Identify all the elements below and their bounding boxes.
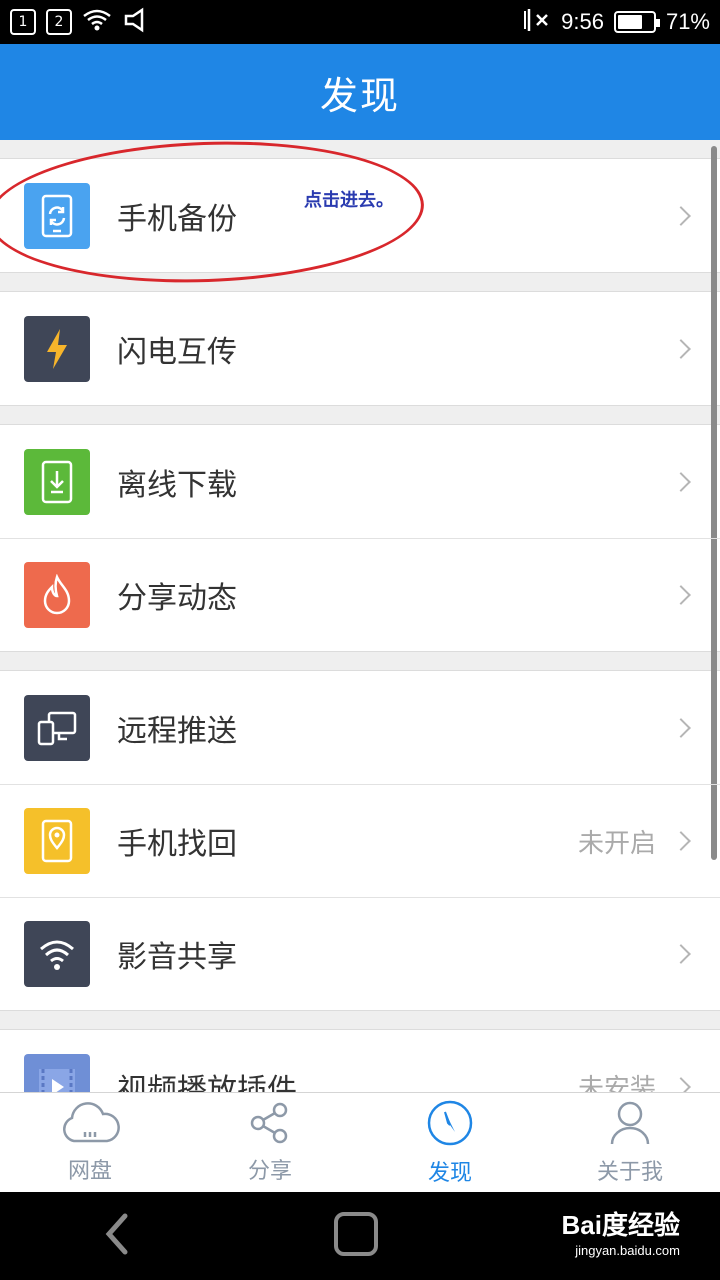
tab-about-me[interactable]: 关于我 bbox=[540, 1093, 720, 1192]
status-bar: 1 2 9:56 71% bbox=[0, 0, 720, 44]
tab-label: 发现 bbox=[427, 1160, 472, 1186]
chevron-right-icon bbox=[671, 338, 691, 359]
tab-netdisk[interactable]: 网盘 bbox=[0, 1093, 180, 1192]
lightning-icon bbox=[24, 315, 90, 382]
mute-icon bbox=[521, 7, 551, 37]
discover-list[interactable]: 手机备份 闪电互传 离线下载 分享动态 远程推送 手机找回 未开启 影音共享 视… bbox=[0, 140, 720, 1092]
list-item-offline-download[interactable]: 离线下载 bbox=[0, 425, 720, 538]
watermark-brand: Bai度经验 bbox=[561, 1210, 680, 1240]
chevron-right-icon bbox=[671, 831, 691, 851]
list-item-status: 未安装 bbox=[577, 1074, 656, 1092]
list-item-media-share[interactable]: 影音共享 bbox=[0, 897, 720, 1010]
list-item-label: 离线下载 bbox=[117, 467, 237, 503]
list-item-label: 视频播放插件 bbox=[117, 1072, 297, 1093]
list-item-lightning-transfer[interactable]: 闪电互传 bbox=[0, 292, 720, 405]
battery-icon bbox=[613, 11, 660, 33]
wifi-share-icon bbox=[24, 921, 90, 987]
chevron-right-icon bbox=[671, 205, 691, 226]
sim1-icon: 1 bbox=[10, 9, 36, 35]
list-item-label: 远程推送 bbox=[117, 713, 237, 749]
bottom-tab-bar: 网盘 分享 发现 关于我 bbox=[0, 1092, 720, 1192]
notification-icon bbox=[122, 7, 152, 37]
remote-push-icon bbox=[24, 694, 90, 761]
list-item-find-phone[interactable]: 手机找回 未开启 bbox=[0, 784, 720, 897]
tab-share[interactable]: 分享 bbox=[180, 1093, 360, 1192]
list-item-label: 手机找回 bbox=[117, 827, 237, 862]
person-icon bbox=[608, 1100, 652, 1150]
watermark-url: jingyan.baidu.com bbox=[575, 1243, 680, 1258]
sim2-icon: 2 bbox=[46, 9, 72, 35]
tab-label: 分享 bbox=[247, 1158, 292, 1184]
list-item-status: 未开启 bbox=[577, 828, 656, 859]
chevron-right-icon bbox=[671, 717, 691, 738]
home-icon[interactable] bbox=[332, 1210, 380, 1262]
share-icon bbox=[248, 1101, 292, 1149]
group-download-share: 离线下载 分享动态 bbox=[0, 424, 720, 652]
back-icon[interactable] bbox=[97, 1212, 137, 1260]
clock: 9:56 bbox=[561, 9, 604, 34]
list-item-label: 分享动态 bbox=[117, 581, 237, 616]
app-header: 发现 bbox=[0, 44, 720, 140]
offline-download-icon bbox=[24, 448, 90, 515]
group-plugins: 视频播放插件 未安装 bbox=[0, 1029, 720, 1092]
phone-locate-icon bbox=[24, 808, 90, 874]
list-item-label: 闪电互传 bbox=[117, 334, 237, 370]
compass-icon bbox=[426, 1099, 474, 1151]
list-item-share-feed[interactable]: 分享动态 bbox=[0, 538, 720, 651]
chevron-right-icon bbox=[671, 585, 691, 605]
chevron-right-icon bbox=[671, 1076, 691, 1092]
tab-label: 网盘 bbox=[67, 1158, 112, 1184]
watermark-logo: Bai度经验 jingyan.baidu.com bbox=[562, 1212, 680, 1257]
group-lightning: 闪电互传 bbox=[0, 291, 720, 406]
video-plugin-icon bbox=[24, 1053, 90, 1092]
list-item-label: 影音共享 bbox=[117, 940, 237, 975]
page-title: 发现 bbox=[319, 73, 400, 118]
chevron-right-icon bbox=[671, 944, 691, 964]
flame-icon bbox=[24, 562, 90, 628]
chevron-right-icon bbox=[671, 471, 691, 492]
tab-discover[interactable]: 发现 bbox=[360, 1093, 540, 1192]
list-item-remote-push[interactable]: 远程推送 bbox=[0, 671, 720, 784]
group-remote: 远程推送 手机找回 未开启 影音共享 bbox=[0, 670, 720, 1011]
cloud-icon bbox=[60, 1101, 120, 1149]
wifi-icon bbox=[82, 8, 112, 36]
tab-label: 关于我 bbox=[596, 1159, 663, 1185]
list-item-video-plugin[interactable]: 视频播放插件 未安装 bbox=[0, 1030, 720, 1092]
annotation-note: 点击进去。 bbox=[304, 190, 394, 211]
battery-percent: 71% bbox=[665, 9, 710, 34]
